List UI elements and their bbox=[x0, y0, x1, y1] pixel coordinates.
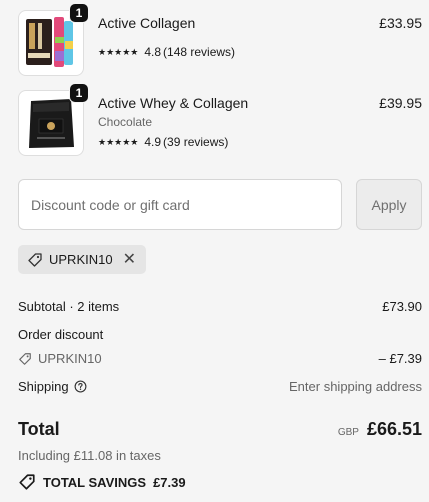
subtotal-row: Subtotal · 2 items £73.90 bbox=[18, 299, 422, 314]
discount-value: – £7.39 bbox=[378, 351, 422, 366]
tax-note: Including £11.08 in taxes bbox=[18, 448, 161, 463]
discount-code-row: UPRKIN10 – £7.39 bbox=[18, 351, 422, 366]
help-icon[interactable] bbox=[74, 380, 87, 393]
total-value-wrap: GBP £66.51 bbox=[338, 419, 422, 440]
star-rating-icon: ★★★★★ bbox=[98, 46, 139, 57]
savings-value: £7.39 bbox=[153, 474, 186, 490]
shipping-label: Shipping bbox=[18, 379, 69, 394]
tag-icon bbox=[19, 352, 31, 365]
product-name: Active Whey & Collagen bbox=[98, 95, 249, 111]
discount-code-input[interactable] bbox=[18, 179, 342, 230]
tag-icon bbox=[28, 252, 42, 267]
review-count: (148 reviews) bbox=[163, 45, 236, 59]
applied-discount-chip: UPRKIN10 ✕ bbox=[18, 245, 146, 274]
subtotal-label: Subtotal · 2 items bbox=[18, 299, 120, 314]
total-savings: TOTAL SAVINGS £7.39 bbox=[18, 473, 186, 491]
discount-form: Apply bbox=[18, 179, 422, 230]
rating-score: 4.9 bbox=[144, 135, 162, 149]
discount-code-summary: UPRKIN10 bbox=[18, 351, 102, 366]
line-item: 1 Active Collagen ★★★★★ 4.8 (148 reviews… bbox=[18, 3, 422, 76]
product-rating: ★★★★★ 4.8 (148 reviews) bbox=[98, 45, 235, 59]
applied-code-label: UPRKIN10 bbox=[49, 252, 113, 267]
shipping-label-wrap: Shipping bbox=[18, 379, 87, 394]
product-thumbnail: 1 bbox=[18, 3, 89, 76]
discount-code-text: UPRKIN10 bbox=[38, 351, 102, 366]
savings-label: TOTAL SAVINGS bbox=[43, 474, 147, 490]
quantity-badge: 1 bbox=[69, 83, 89, 103]
total-amount: £66.51 bbox=[366, 419, 422, 439]
star-rating-icon: ★★★★★ bbox=[98, 136, 139, 147]
product-price: £33.95 bbox=[379, 15, 422, 31]
order-discount-row: Order discount bbox=[18, 327, 422, 342]
order-discount-label: Order discount bbox=[18, 327, 104, 342]
savings-tag-icon bbox=[19, 474, 35, 490]
quantity-badge: 1 bbox=[69, 3, 89, 23]
product-thumbnail: 1 bbox=[18, 83, 89, 156]
product-price: £39.95 bbox=[379, 95, 422, 111]
product-name: Active Collagen bbox=[98, 15, 196, 31]
apply-button[interactable]: Apply bbox=[356, 179, 422, 230]
product-rating: ★★★★★ 4.9 (39 reviews) bbox=[98, 135, 228, 149]
subtotal-value: £73.90 bbox=[382, 299, 422, 314]
rating-score: 4.8 bbox=[144, 45, 162, 59]
shipping-row: Shipping Enter shipping address bbox=[18, 379, 422, 394]
remove-discount-icon[interactable]: ✕ bbox=[123, 251, 136, 268]
review-count: (39 reviews) bbox=[163, 135, 229, 149]
line-item: 1 Active Whey & Collagen Chocolate ★★★★★… bbox=[18, 83, 422, 156]
currency-code: GBP bbox=[337, 427, 359, 438]
shipping-value: Enter shipping address bbox=[289, 379, 422, 394]
total-label: Total bbox=[18, 419, 60, 439]
product-variant: Chocolate bbox=[98, 115, 153, 129]
